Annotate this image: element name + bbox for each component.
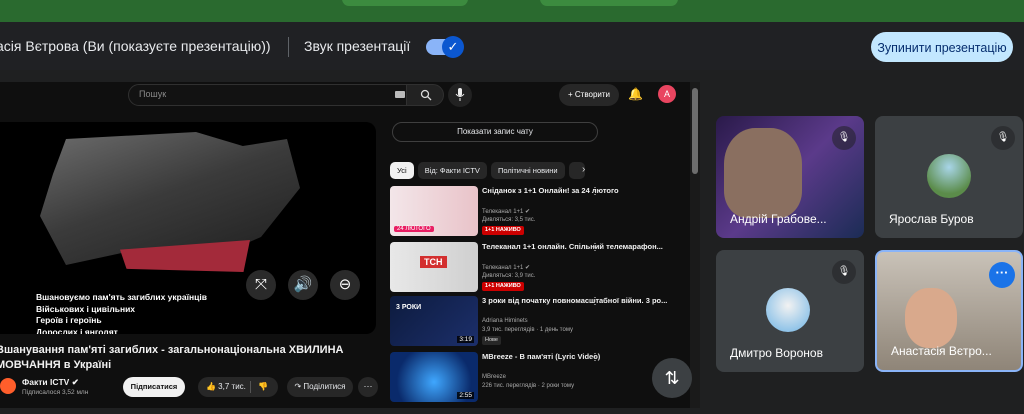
video-thumbnail[interactable]: 2:55 <box>390 352 478 402</box>
presenting-status: асія Вєтрова (Ви (показуєте презентацію)… <box>0 38 271 54</box>
bell-icon[interactable]: 🔔 <box>628 87 643 101</box>
list-item[interactable]: 2:55 MBreeze - В пам'яті (Lyric Video) M… <box>390 352 690 402</box>
participant-video <box>905 288 957 348</box>
mic-off-icon: 🎙 <box>991 126 1015 150</box>
minus-circle-icon[interactable]: ⊖ <box>330 270 360 300</box>
video-thumbnail[interactable]: 3 РОКИ 3:19 <box>390 296 478 346</box>
presentation-bar: асія Вєтрова (Ви (показуєте презентацію)… <box>0 22 1024 70</box>
participant-name: Андрій Грабове... <box>730 212 827 226</box>
check-icon: ✓ <box>442 36 464 58</box>
list-item[interactable]: 24 ЛЮТОГО Сніданок з 1+1 Онлайн! за 24 л… <box>390 186 690 236</box>
search-input[interactable]: Пошук <box>128 84 440 106</box>
channel-name[interactable]: Факти ICTV ✔ <box>22 377 79 388</box>
participant-tile[interactable]: 🎙 Дмитро Воронов <box>716 250 864 372</box>
more-options-icon[interactable]: ··· <box>989 262 1015 288</box>
chip-all[interactable]: Усі <box>390 162 414 179</box>
video-thumbnail[interactable]: TCH <box>390 242 478 292</box>
channel-name: Телеканал 1+1 ✔ <box>482 209 531 215</box>
participant-name: Дмитро Воронов <box>730 346 823 360</box>
fullscreen-off-icon[interactable]: ⤧ <box>246 270 276 300</box>
voice-search-button[interactable] <box>448 83 472 107</box>
more-icon[interactable]: ⋮ <box>590 352 600 363</box>
keyboard-icon[interactable] <box>395 91 405 98</box>
volume-icon[interactable]: 🔊 <box>288 270 318 300</box>
video-meta: Дивляться: 3,5 тис. <box>482 217 536 223</box>
channel-subscribers: Підписалося 3,52 млн <box>22 389 89 396</box>
video-meta: 3,9 тис. переглядів · 1 день тому <box>482 327 574 333</box>
stop-presenting-button[interactable]: Зупинити презентацію <box>871 32 1013 62</box>
participant-name: Анастасія Вєтро... <box>891 344 992 358</box>
thumbnail-label: 3 РОКИ <box>396 304 422 311</box>
video-title: Вшанування пам'яті загиблих - загальнона… <box>0 344 344 371</box>
video-title[interactable]: Сніданок з 1+1 Онлайн! за 24 лютого <box>482 186 672 196</box>
microphone-icon <box>455 88 465 101</box>
more-icon[interactable]: ⋮ <box>590 242 600 253</box>
mic-off-icon: 🎙 <box>832 260 856 284</box>
filter-chips: Усі Від: Факти ICTV Політичні новини <box>390 162 585 179</box>
video-player[interactable]: Вшановуємо пам'ять загиблих українців Ві… <box>0 122 376 334</box>
video-meta: Дивляться: 3,9 тис. <box>482 273 536 279</box>
mic-off-icon: 🎙 <box>832 126 856 150</box>
participant-tile[interactable]: 🎙 Ярослав Буров <box>875 116 1023 238</box>
chevron-right-icon[interactable]: › <box>582 164 585 175</box>
swap-icon: ⇅ <box>664 368 680 388</box>
scrollbar-thumb[interactable] <box>692 88 698 174</box>
channel-name: MBreeze <box>482 374 507 380</box>
top-strip <box>0 0 1024 22</box>
channel-name: Телеканал 1+1 ✔ <box>482 265 531 271</box>
participant-video <box>724 128 802 218</box>
avatar[interactable]: A <box>658 85 676 103</box>
video-meta: 226 тис. переглядів · 2 роки тому <box>482 383 575 389</box>
like-button[interactable]: 👍 3,7 тис. 👎 <box>198 377 278 397</box>
duration: 2:55 <box>457 392 474 399</box>
live-badge: 1+1 НАЖИВО <box>482 226 524 235</box>
video-title[interactable]: MBreeze - В пам'яті (Lyric Video) <box>482 352 672 362</box>
more-icon[interactable]: ⋮ <box>590 186 600 197</box>
avatar <box>927 154 971 198</box>
video-overlay-text: Вшановуємо пам'ять загиблих українців Ві… <box>36 292 207 334</box>
participant-name: Ярослав Буров <box>889 212 974 226</box>
top-pill[interactable] <box>540 0 678 6</box>
swap-layout-button[interactable]: ⇅ <box>652 358 692 398</box>
video-thumbnail[interactable]: 24 ЛЮТОГО <box>390 186 478 236</box>
sound-toggle[interactable]: ✓ <box>426 36 464 58</box>
divider <box>288 37 289 57</box>
participant-tile-self[interactable]: ··· Анастасія Вєтро... <box>875 250 1023 372</box>
top-pill[interactable] <box>342 0 468 6</box>
create-button[interactable]: + Створити <box>559 84 619 106</box>
duration: 3:19 <box>457 336 474 343</box>
search-button[interactable] <box>406 84 444 106</box>
live-badge: 1+1 НАЖИВО <box>482 282 524 291</box>
video-title[interactable]: Телеканал 1+1 онлайн. Спільний телемараф… <box>482 242 672 252</box>
participant-tile[interactable]: 🎙 Андрій Грабове... <box>716 116 864 238</box>
search-placeholder: Пошук <box>139 89 167 99</box>
subscribe-button[interactable]: Підписатися <box>123 377 185 397</box>
show-chat-replay-button[interactable]: Показати запис чату <box>392 122 598 142</box>
divider <box>250 381 251 393</box>
shared-screen: Пошук + Створити 🔔 A Вшановуємо пам'ять … <box>0 82 700 408</box>
chip-channel[interactable]: Від: Факти ICTV <box>417 162 487 179</box>
new-badge: Нове <box>482 336 501 345</box>
sound-label: Звук презентації <box>304 38 411 54</box>
more-icon[interactable]: ⋮ <box>590 296 600 307</box>
dislike-icon[interactable]: 👎 <box>258 377 268 397</box>
scrollbar[interactable] <box>690 82 700 408</box>
list-item[interactable]: TCH Телеканал 1+1 онлайн. Спільний телем… <box>390 242 690 292</box>
more-icon[interactable]: ··· <box>358 377 378 397</box>
thumbnail-label: TCH <box>420 256 447 268</box>
like-count: 👍 3,7 тис. <box>206 382 246 391</box>
search-icon <box>420 89 432 101</box>
chip-politics[interactable]: Політичні новини <box>490 162 565 179</box>
share-button[interactable]: ↷ Поділитися <box>287 377 353 397</box>
channel-name: Adriana Himinets <box>482 318 528 324</box>
list-item[interactable]: 3 РОКИ 3:19 3 роки від початку повномасш… <box>390 296 690 346</box>
thumbnail-label: 24 ЛЮТОГО <box>394 226 434 232</box>
video-title[interactable]: 3 роки від початку повномасштабної війни… <box>482 296 672 306</box>
channel-avatar[interactable] <box>0 378 16 394</box>
avatar <box>766 288 810 332</box>
